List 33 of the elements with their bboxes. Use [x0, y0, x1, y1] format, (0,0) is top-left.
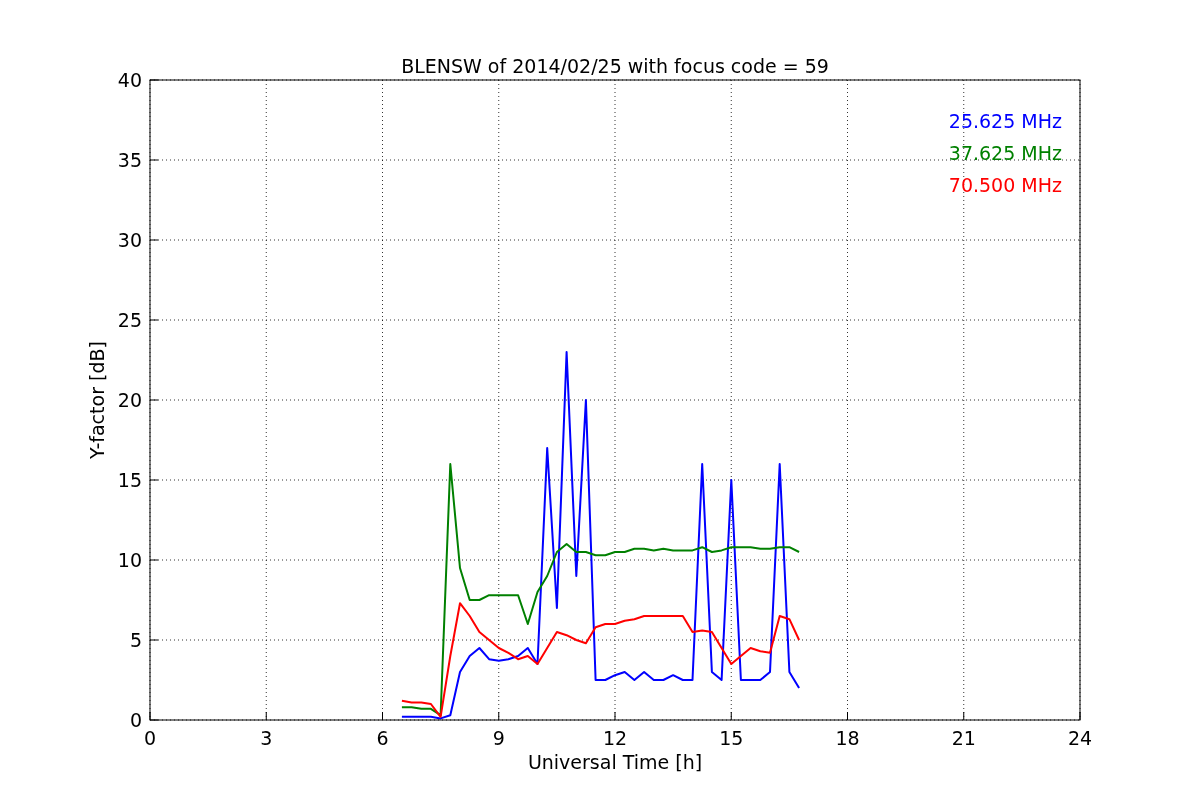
x-axis-label: Universal Time [h] [527, 751, 703, 773]
tick-mark [963, 711, 965, 721]
tick-mark [1079, 711, 1081, 721]
tick-mark [382, 711, 383, 721]
legend-label: 37.625 MHz [948, 142, 1062, 164]
legend-label: 25.625 MHz [948, 110, 1062, 132]
x-tick-label: 21 [951, 727, 976, 749]
y-tick-label: 20 [117, 389, 142, 411]
x-tick-label: 0 [143, 727, 157, 749]
y-axis-label: Y-factor [dB] [86, 341, 108, 459]
y-tick-label: 10 [117, 549, 142, 571]
x-tick-label: 9 [492, 727, 505, 749]
tick-mark [847, 711, 848, 721]
y-tick-label: 0 [129, 709, 142, 731]
tick-mark [614, 711, 616, 721]
legend-label: 70.500 MHz [948, 174, 1062, 196]
x-tick-label: 6 [376, 727, 389, 749]
tick-mark [149, 79, 159, 81]
tick-mark [265, 711, 267, 721]
y-tick-label: 25 [117, 309, 142, 331]
y-tick-label: 35 [117, 149, 142, 171]
y-tick-label: 5 [129, 629, 142, 651]
y-tick-label: 40 [117, 69, 142, 91]
tick-mark [730, 711, 732, 721]
x-tick-label: 18 [835, 727, 860, 749]
x-tick-label: 3 [260, 727, 273, 749]
y-tick-label: 30 [117, 229, 142, 251]
tick-mark [498, 711, 500, 721]
x-tick-label: 24 [1067, 727, 1093, 749]
x-tick-label: 12 [602, 727, 628, 749]
y-tick-label: 15 [117, 469, 142, 491]
x-tick-label: 15 [719, 727, 744, 749]
chart-title: BLENSW of 2014/02/25 with focus code = 59 [401, 55, 829, 77]
